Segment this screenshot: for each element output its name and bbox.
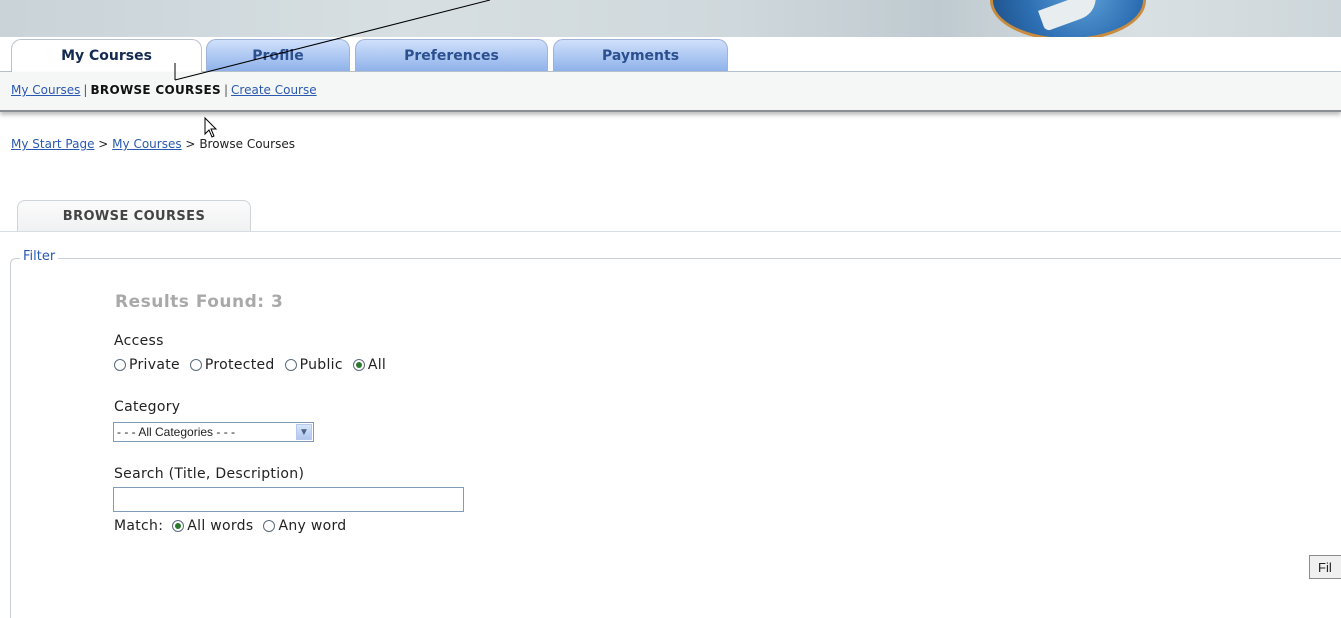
access-option-label: All xyxy=(367,357,387,373)
radio-icon[interactable] xyxy=(284,359,297,371)
tab-browse-courses[interactable]: BROWSE COURSES xyxy=(17,200,251,231)
access-option-label: Protected xyxy=(204,357,275,373)
search-input[interactable] xyxy=(113,487,464,512)
tab-preferences[interactable]: Preferences xyxy=(355,39,548,71)
match-label: Match: xyxy=(114,518,164,534)
results-count: Results Found: 3 xyxy=(115,292,284,312)
tab-my-courses[interactable]: My Courses xyxy=(11,39,202,72)
breadcrumb-my-courses-link[interactable]: My Courses xyxy=(112,137,181,151)
subnav-separator: | xyxy=(224,83,229,97)
access-option-label: Public xyxy=(299,357,343,373)
match-option-all-words[interactable]: All words xyxy=(172,518,253,534)
section-tab-row: BROWSE COURSES xyxy=(0,200,1341,232)
subnav-separator: | xyxy=(83,83,88,97)
subnav-browse-courses-current: BROWSE COURSES xyxy=(90,83,221,97)
access-option-all[interactable]: All xyxy=(352,357,387,373)
breadcrumb-current: Browse Courses xyxy=(199,137,295,151)
main-tab-bar: My Courses Profile Preferences Payments xyxy=(0,37,1341,72)
radio-icon[interactable] xyxy=(114,359,126,371)
radio-checked-icon[interactable] xyxy=(352,359,365,371)
access-label: Access xyxy=(114,333,164,349)
radio-icon[interactable] xyxy=(263,520,276,532)
subnav-my-courses-link[interactable]: My Courses xyxy=(11,83,80,97)
access-option-protected[interactable]: Protected xyxy=(189,357,275,373)
radio-icon[interactable] xyxy=(189,359,202,371)
match-option-label: All words xyxy=(187,518,254,534)
access-option-private[interactable]: Private xyxy=(114,357,180,373)
match-option-label: Any word xyxy=(278,518,347,534)
breadcrumb: My Start Page > My Courses > Browse Cour… xyxy=(11,137,295,151)
chevron-down-icon[interactable]: ▼ xyxy=(296,424,312,440)
category-label: Category xyxy=(114,399,181,415)
filter-button[interactable]: Fil xyxy=(1309,555,1341,579)
match-option-any-word[interactable]: Any word xyxy=(263,518,346,534)
search-label: Search (Title, Description) xyxy=(114,466,305,482)
filter-legend: Filter xyxy=(20,249,59,264)
radio-checked-icon[interactable] xyxy=(172,520,185,532)
sub-navigation: My Courses | BROWSE COURSES | Create Course xyxy=(0,72,1341,112)
tab-profile[interactable]: Profile xyxy=(206,39,350,71)
access-option-public[interactable]: Public xyxy=(284,357,343,373)
breadcrumb-start-page-link[interactable]: My Start Page xyxy=(11,137,94,151)
mouse-pointer-icon xyxy=(204,116,218,138)
header-banner xyxy=(0,0,1341,37)
tab-payments[interactable]: Payments xyxy=(553,39,728,71)
access-option-label: Private xyxy=(129,357,180,373)
access-radio-group: Private Protected Public All xyxy=(114,357,396,373)
match-radio-group: Match: All words Any word xyxy=(114,518,356,534)
subnav-create-course-link[interactable]: Create Course xyxy=(231,83,317,97)
breadcrumb-separator: > xyxy=(185,137,196,151)
category-selected-value: - - - All Categories - - - xyxy=(117,425,236,439)
breadcrumb-separator: > xyxy=(98,137,109,151)
category-select[interactable]: - - - All Categories - - - ▼ xyxy=(113,422,314,442)
